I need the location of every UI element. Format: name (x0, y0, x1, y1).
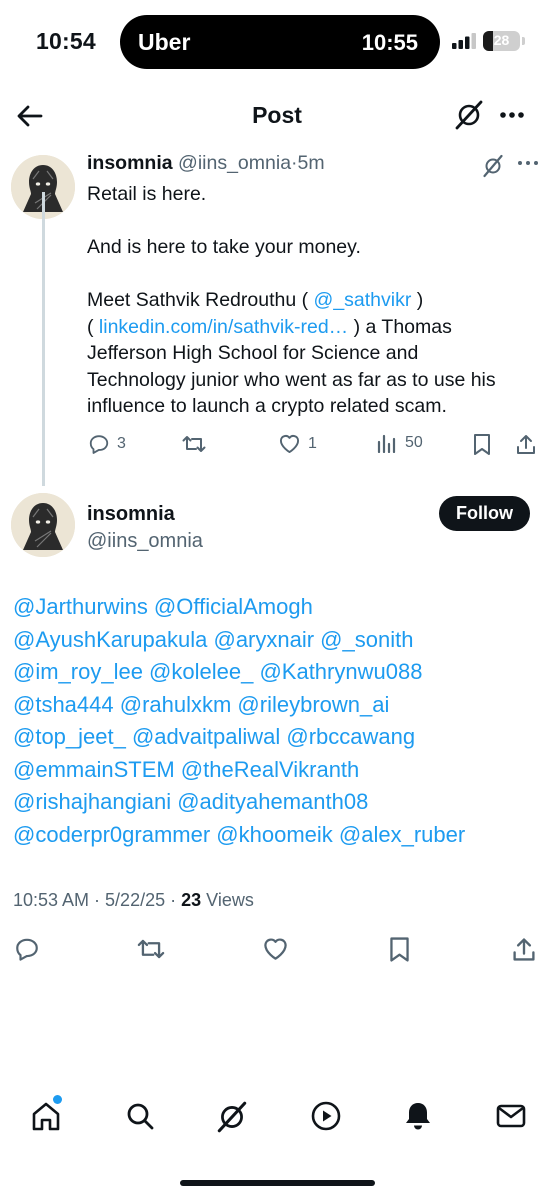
share-icon[interactable] (511, 936, 537, 963)
reply-count: 3 (117, 435, 126, 452)
post-line: influence to launch a crypto related sca… (87, 395, 447, 417)
bookmark-button[interactable] (472, 433, 492, 456)
grok-icon[interactable] (216, 1100, 248, 1134)
mention-line[interactable]: @Jarthurwins @OfficialAmogh (13, 591, 543, 624)
mention-line[interactable]: @top_jeet_ @advaitpaliwal @rbccawang (13, 721, 543, 754)
views-icon (377, 434, 396, 453)
post-line: Technology junior who went as far as to … (87, 368, 496, 391)
more-icon[interactable] (498, 103, 526, 127)
post-text: @Jarthurwins @OfficialAmogh @AyushKarupa… (13, 591, 543, 851)
author-name[interactable]: insomnia (87, 152, 173, 174)
post-line: Meet Sathvik Redrouthu ( @_sathvikr ) (87, 289, 424, 311)
avatar-image (11, 493, 75, 557)
post-text: Retail is here. And is here to take your… (87, 181, 545, 420)
bookmark-icon (474, 434, 490, 455)
views-count: 23 (181, 890, 202, 910)
post-line: Retail is here. (87, 183, 207, 205)
video-icon[interactable] (310, 1100, 342, 1132)
post-time: 5m (297, 152, 325, 174)
views-button[interactable]: 50 (376, 433, 423, 453)
bookmark-icon[interactable] (388, 936, 411, 963)
mention-line[interactable]: @im_roy_lee @kolelee_ @Kathrynwu088 (13, 656, 543, 689)
battery-level: 28 (493, 32, 510, 48)
post-line: And is here to take your money. (87, 236, 361, 258)
battery-nub (522, 37, 525, 45)
post-line: Jefferson High School for Science and (87, 342, 419, 364)
repost-icon[interactable] (136, 936, 166, 962)
mention-line[interactable]: @emmainSTEM @theRealVikranth (13, 754, 543, 787)
share-button[interactable] (515, 433, 537, 456)
search-icon[interactable] (124, 1100, 156, 1132)
mention-line[interactable]: @tsha444 @rahulxkm @rileybrown_ai (13, 689, 543, 722)
notifications-icon[interactable] (402, 1100, 434, 1132)
grok-icon[interactable] (482, 154, 504, 178)
live-activity-app: Uber (138, 29, 191, 55)
reply-button[interactable]: 3 (88, 433, 126, 455)
home-indicator (180, 1180, 375, 1186)
repost-icon (182, 436, 206, 452)
follow-button[interactable]: Follow (439, 496, 530, 531)
battery-indicator: 28 (483, 31, 520, 51)
share-icon (517, 435, 535, 454)
post-header: insomnia @iins_omnia·5m (87, 152, 325, 175)
avatar[interactable] (11, 493, 75, 557)
live-activity-time: 10:55 (361, 30, 418, 55)
views-label: Views (201, 890, 254, 910)
thread-line (42, 192, 45, 486)
external-link[interactable]: linkedin.com/in/sathvik-red… (99, 316, 348, 338)
home-notification-dot (53, 1095, 62, 1104)
like-icon[interactable] (262, 936, 289, 961)
like-count: 1 (308, 434, 317, 452)
more-icon[interactable] (517, 158, 539, 168)
mention-link[interactable]: @_sathvikr (314, 289, 412, 311)
home-icon[interactable] (30, 1100, 62, 1132)
author-handle[interactable]: @iins_omnia (178, 152, 291, 174)
mention-line[interactable]: @rishajhangiani @adityahemanth08 (13, 786, 543, 819)
like-button[interactable]: 1 (278, 433, 317, 454)
post-timestamp: 10:53 AM · 5/22/25 · (13, 890, 182, 910)
repost-button[interactable] (181, 433, 214, 455)
author-handle[interactable]: @iins_omnia (87, 530, 203, 553)
views-count: 50 (405, 434, 423, 451)
reply-icon (89, 435, 109, 454)
status-time: 10:54 (36, 28, 96, 54)
author-name[interactable]: insomnia (87, 503, 175, 526)
signal-icon (452, 33, 476, 49)
dynamic-island[interactable]: Uber 10:55 (120, 15, 440, 69)
messages-icon[interactable] (495, 1100, 527, 1132)
grok-icon[interactable] (454, 99, 484, 131)
mention-line[interactable]: @coderpr0grammer @khoomeik @alex_ruber (13, 819, 543, 852)
mention-line[interactable]: @AyushKarupakula @aryxnair @_sonith (13, 624, 543, 657)
post-line: ( linkedin.com/in/sathvik-red… ) a Thoma… (87, 315, 452, 338)
post-meta: 10:53 AM · 5/22/25 · 23 Views (13, 890, 254, 911)
like-icon (279, 435, 300, 454)
reply-icon[interactable] (14, 936, 40, 962)
